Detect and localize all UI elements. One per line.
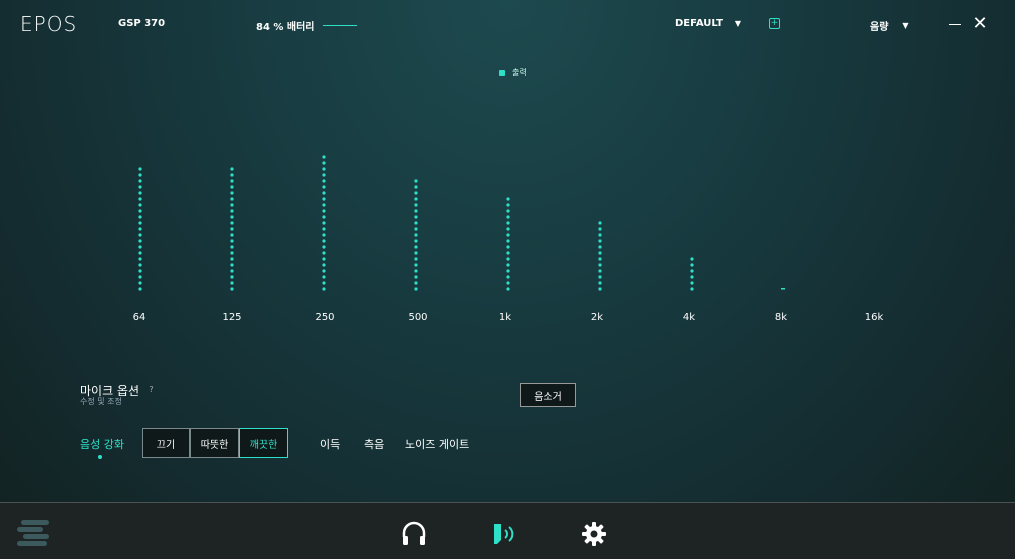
epos-logo: EPOS xyxy=(20,12,78,36)
mode-off-button[interactable]: 끄기 xyxy=(142,428,190,458)
gear-icon[interactable] xyxy=(580,520,608,548)
preset-label: DEFAULT xyxy=(675,18,723,29)
x-tick-label: 125 xyxy=(222,312,242,323)
eq-bar-125[interactable] xyxy=(230,167,234,291)
chevron-down-icon: ▼ xyxy=(902,21,909,30)
noise-gate-tab[interactable]: 노이즈 게이트 xyxy=(405,436,469,452)
x-tick-label: 4k xyxy=(682,312,696,323)
eq-bar-500[interactable] xyxy=(414,179,418,291)
eq-bar-4k[interactable] xyxy=(690,257,694,291)
gain-tab[interactable]: 이득 xyxy=(320,436,340,452)
equalizer-chart xyxy=(138,155,785,291)
eq-bar-1k[interactable] xyxy=(506,197,510,291)
volume-label: 음량 xyxy=(870,22,889,33)
eq-bar-64[interactable] xyxy=(138,167,142,291)
voice-enhance-label[interactable]: 음성 강화 xyxy=(80,436,124,452)
sidetone-tab[interactable]: 측음 xyxy=(364,436,384,452)
active-indicator xyxy=(98,455,102,459)
x-tick-label: 250 xyxy=(315,312,335,323)
battery-bar xyxy=(322,25,357,26)
help-icon[interactable]: ? xyxy=(147,385,156,394)
add-icon[interactable]: + xyxy=(769,18,780,29)
eq-bar-250[interactable] xyxy=(322,155,326,291)
volume-dropdown[interactable]: 음량 ▼ xyxy=(870,18,909,33)
x-tick-label: 64 xyxy=(132,312,146,323)
preset-dropdown[interactable]: DEFAULT ▼ xyxy=(675,18,741,29)
menu-icon[interactable] xyxy=(17,518,51,550)
eq-bar-8k[interactable] xyxy=(781,288,785,290)
x-tick-label: 8k xyxy=(774,312,788,323)
microphone-icon[interactable] xyxy=(490,520,518,548)
chevron-down-icon: ▼ xyxy=(734,19,742,28)
x-tick-label: 2k xyxy=(590,312,604,323)
legend-swatch xyxy=(499,69,505,76)
x-tick-label: 16k xyxy=(864,312,884,323)
device-name[interactable]: GSP 370 xyxy=(118,18,165,29)
minimize-icon[interactable] xyxy=(949,24,961,25)
battery-label: 84 % 배터리 xyxy=(256,22,315,33)
x-tick-label: 1k xyxy=(498,312,512,323)
x-tick-label: 500 xyxy=(408,312,428,323)
mute-button[interactable]: 음소거 xyxy=(520,383,576,407)
mode-warm-button[interactable]: 따뜻한 xyxy=(190,428,239,458)
battery-status: 84 % 배터리 xyxy=(256,18,357,33)
eq-bar-2k[interactable] xyxy=(598,221,602,291)
chart-legend: 출력 xyxy=(499,67,527,78)
legend-label: 출력 xyxy=(512,68,527,77)
mode-clear-button[interactable]: 깨끗한 xyxy=(239,428,288,458)
close-icon[interactable]: ✕ xyxy=(972,15,988,33)
headset-icon[interactable] xyxy=(400,520,428,548)
mic-options-subtitle: 수정 및 조정 xyxy=(80,397,122,406)
